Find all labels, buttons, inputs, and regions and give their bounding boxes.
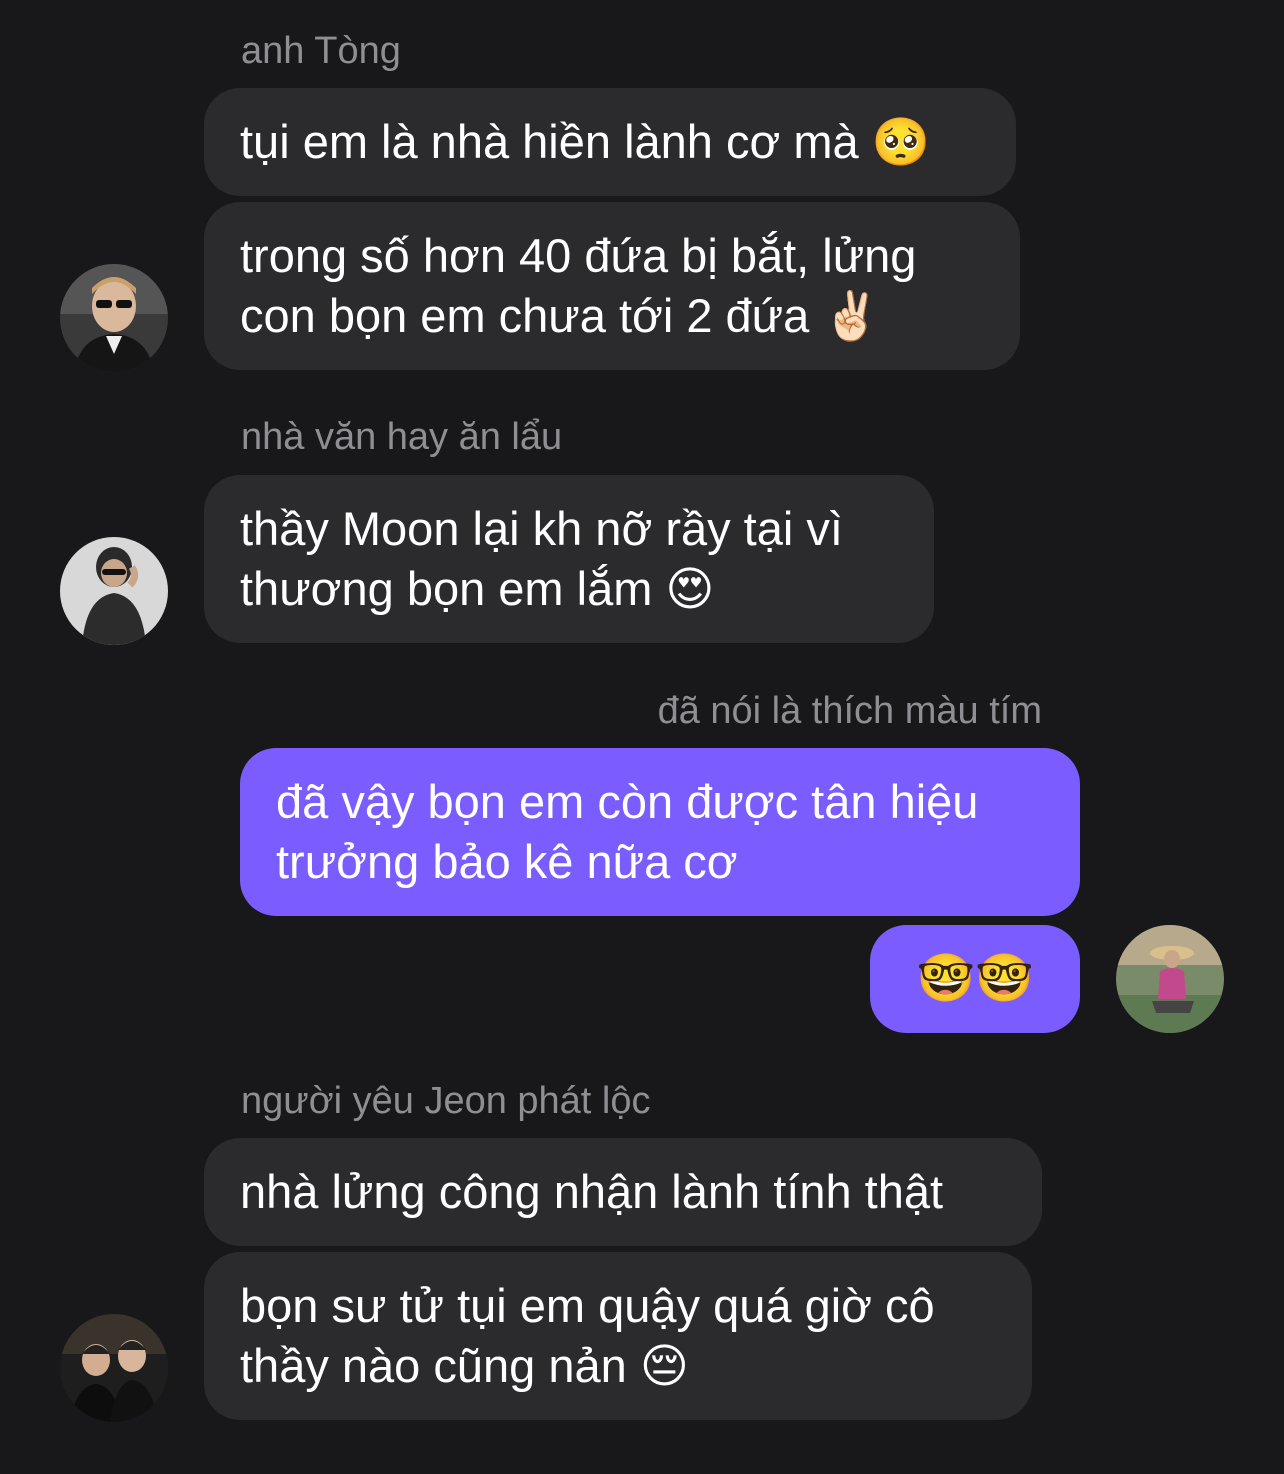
message-text: nhà lửng công nhận lành tính thật — [240, 1165, 944, 1218]
message-text: đã vậy bọn em còn được tân hiệu — [276, 775, 979, 828]
avatar-photo — [1116, 925, 1224, 1033]
message-text: con bọn em chưa tới 2 đứa ✌🏻 — [240, 289, 881, 342]
avatar[interactable] — [1116, 925, 1224, 1033]
avatar[interactable] — [60, 264, 168, 372]
message-text: trưởng bảo kê nữa cơ — [276, 835, 738, 888]
message-bubble[interactable]: trong số hơn 40 đứa bị bắt, lửng con bọn… — [204, 202, 1020, 370]
message-bubble-outgoing[interactable]: 🤓🤓 — [870, 925, 1080, 1033]
message-text: tụi em là nhà hiền lành cơ mà 🥺 — [240, 115, 931, 168]
avatar[interactable] — [60, 537, 168, 645]
sender-name: nhà văn hay ăn lẩu — [241, 416, 563, 458]
message-bubble[interactable]: thầy Moon lại kh nỡ rầy tại vì thương bọ… — [204, 475, 934, 643]
avatar-photo — [60, 1314, 168, 1422]
message-text: thầy Moon lại kh nỡ rầy tại vì — [240, 502, 843, 555]
message-text: 🤓🤓 — [916, 951, 1034, 1006]
message-bubble[interactable]: bọn sư tử tụi em quậy quá giờ cô thầy nà… — [204, 1252, 1032, 1420]
message-bubble[interactable]: nhà lửng công nhận lành tính thật — [204, 1138, 1042, 1246]
sender-name: người yêu Jeon phát lộc — [241, 1080, 651, 1122]
message-text: thương bọn em lắm 😍 — [240, 562, 715, 615]
avatar-photo — [60, 537, 168, 645]
message-bubble[interactable]: tụi em là nhà hiền lành cơ mà 🥺 — [204, 88, 1016, 196]
avatar[interactable] — [60, 1314, 168, 1422]
message-text: trong số hơn 40 đứa bị bắt, lửng — [240, 229, 917, 282]
message-text: bọn sư tử tụi em quậy quá giờ cô — [240, 1279, 935, 1332]
message-text: thầy nào cũng nản 😔 — [240, 1339, 689, 1392]
message-bubble-outgoing[interactable]: đã vậy bọn em còn được tân hiệu trưởng b… — [240, 748, 1080, 916]
sender-name: anh Tòng — [241, 30, 401, 72]
sender-name: đã nói là thích màu tím — [657, 690, 1042, 732]
avatar-photo — [60, 264, 168, 372]
